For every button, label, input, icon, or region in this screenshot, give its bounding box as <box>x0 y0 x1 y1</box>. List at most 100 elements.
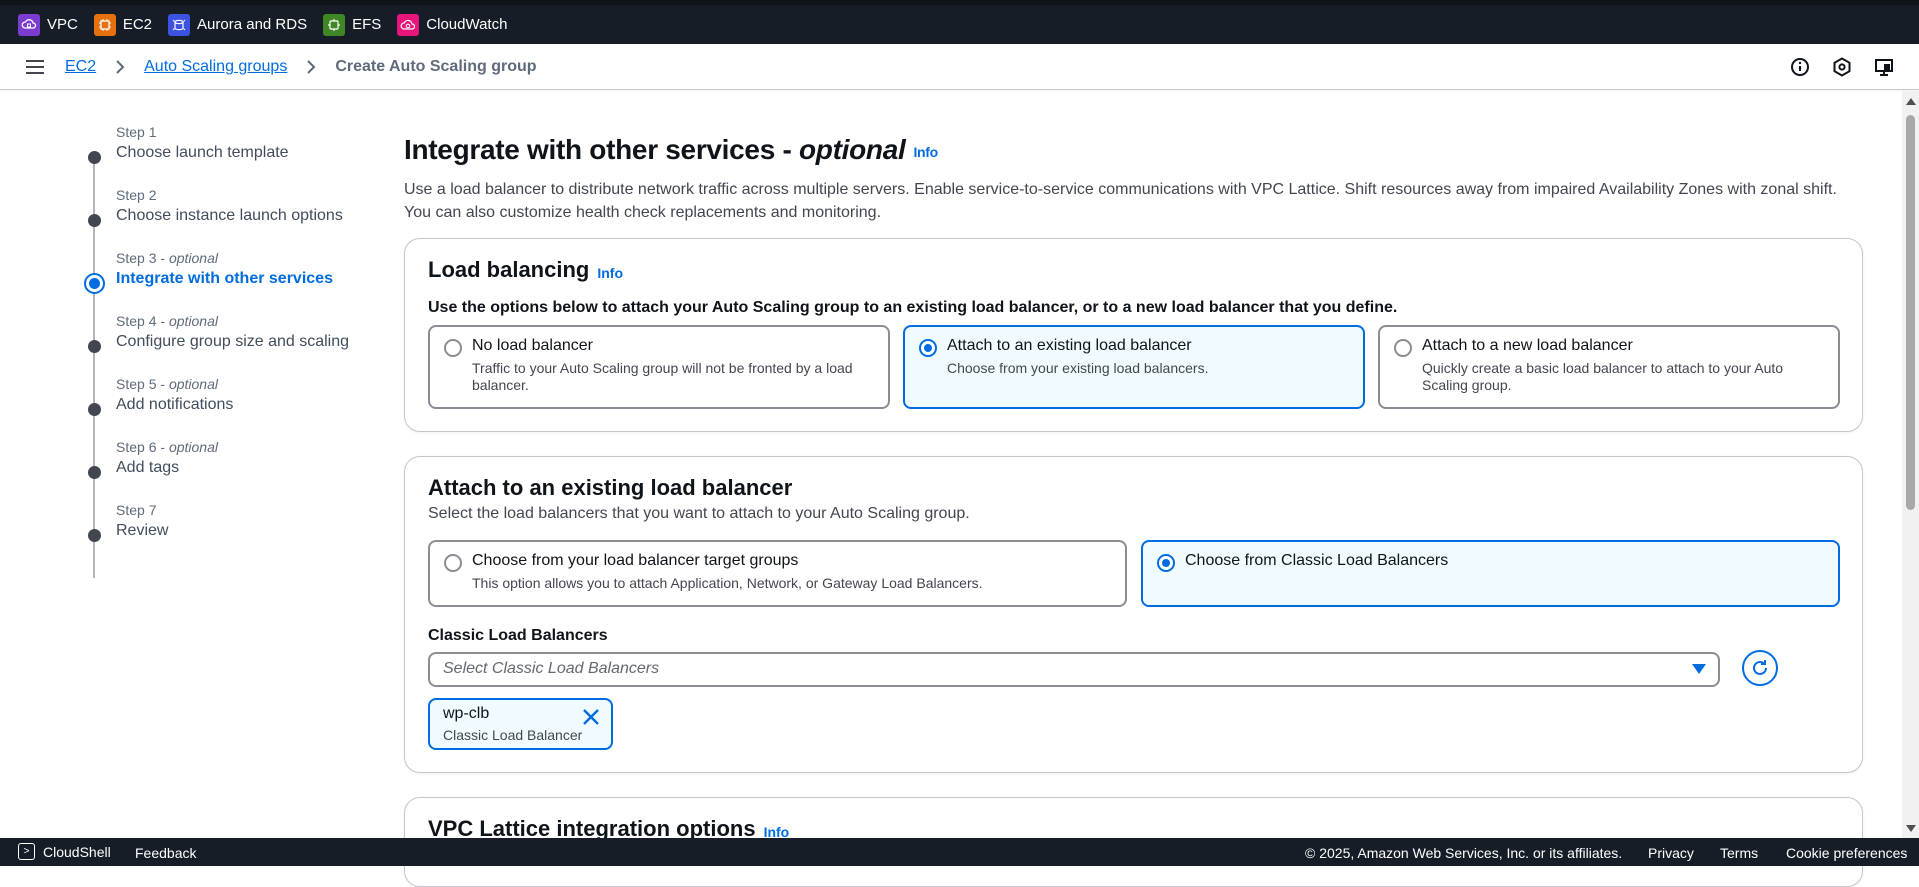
breadcrumb-current: Create Auto Scaling group <box>335 58 537 75</box>
remove-token-close-icon[interactable] <box>581 707 601 727</box>
load-balancing-instruction: Use the options below to attach your Aut… <box>428 299 1398 316</box>
service-shortcut-vpc[interactable]: VPC <box>18 13 78 36</box>
step-status-dot <box>88 529 101 542</box>
token-name: wp-clb <box>443 705 490 722</box>
wizard-step-1[interactable]: Step 1 Choose launch template <box>84 122 384 185</box>
service-shortcut-efs[interactable]: EFS <box>323 13 382 36</box>
classic-lb-field-label: Classic Load Balancers <box>428 627 608 644</box>
step-number: Step 3 - optional <box>116 250 218 266</box>
wizard-step-7: Step 7 Review <box>84 500 384 563</box>
radio-button[interactable] <box>444 339 462 357</box>
option-attach-new-load-balancer[interactable]: Attach to a new load balancer Quickly cr… <box>1378 325 1840 409</box>
wizard-steps-nav: Step 1 Choose launch template Step 2 Cho… <box>84 122 384 578</box>
service-label: VPC <box>47 16 78 33</box>
terms-link[interactable]: Terms <box>1720 845 1758 861</box>
cloudwatch-icon <box>397 13 420 36</box>
page-info-link[interactable]: Info <box>913 144 938 160</box>
step-title: Integrate with other services <box>116 270 333 287</box>
page-description: Use a load balancer to distribute networ… <box>404 181 1837 221</box>
service-label: Aurora and RDS <box>197 16 308 33</box>
console-footer: > CloudShell Feedback © 2025, Amazon Web… <box>0 838 1919 866</box>
option-label: Choose from your load balancer target gr… <box>472 552 799 569</box>
page-scrollbar[interactable] <box>1902 91 1919 838</box>
scroll-down-arrow-icon[interactable] <box>1906 825 1916 832</box>
chevron-right-icon <box>299 57 323 77</box>
step-status-dot <box>88 403 101 416</box>
service-label: EFS <box>352 16 382 33</box>
step-status-dot <box>88 466 101 479</box>
radio-button[interactable] <box>444 554 462 572</box>
menu-toggle-icon[interactable] <box>24 57 46 77</box>
ec2-icon <box>93 13 116 36</box>
wizard-step-3[interactable]: Step 3 - optional Integrate with other s… <box>84 248 384 311</box>
scrollbar-thumb[interactable] <box>1906 115 1915 510</box>
step-status-dot <box>88 214 101 227</box>
option-description: Choose from your existing load balancers… <box>947 360 1209 376</box>
select-placeholder: Select Classic Load Balancers <box>443 660 660 677</box>
option-label: Choose from Classic Load Balancers <box>1185 552 1449 569</box>
wizard-step-4: Step 4 - optional Configure group size a… <box>84 311 384 374</box>
main-content: Integrate with other services - optional… <box>404 134 1864 224</box>
load-balancing-card: Load balancing Info Use the options below… <box>404 238 1863 432</box>
service-shortcut-cloudwatch[interactable]: CloudWatch <box>397 13 507 36</box>
option-label: Attach to a new load balancer <box>1422 337 1633 354</box>
existing-lb-heading: Attach to an existing load balancer <box>428 475 793 500</box>
step-number: Step 7 <box>116 502 157 518</box>
display-preferences-icon[interactable] <box>1873 56 1895 78</box>
cloudshell-button[interactable]: > CloudShell <box>18 843 111 860</box>
privacy-link[interactable]: Privacy <box>1648 845 1694 861</box>
copyright-text: © 2025, Amazon Web Services, Inc. or its… <box>1305 845 1623 861</box>
feedback-link[interactable]: Feedback <box>135 845 196 861</box>
services-bar: VPC EC2 Aurora and RDS EFS CloudWatch <box>0 0 1919 44</box>
wizard-step-6: Step 6 - optional Add tags <box>84 437 384 500</box>
dropdown-caret-icon <box>1692 664 1706 674</box>
breadcrumb: EC2 Auto Scaling groups Create Auto Scal… <box>65 57 537 77</box>
scroll-up-arrow-icon[interactable] <box>1906 98 1916 105</box>
option-attach-existing-load-balancer[interactable]: Attach to an existing load balancer Choo… <box>903 325 1365 409</box>
radio-button[interactable] <box>1394 339 1412 357</box>
settings-hexagon-icon[interactable] <box>1831 56 1853 78</box>
info-panel-icon[interactable] <box>1789 56 1811 78</box>
service-shortcut-ec2[interactable]: EC2 <box>93 13 153 36</box>
service-shortcut-aurora-rds[interactable]: Aurora and RDS <box>168 13 308 36</box>
breadcrumb-link-auto-scaling-groups[interactable]: Auto Scaling groups <box>144 58 287 76</box>
efs-icon <box>323 13 346 36</box>
step-title: Choose instance launch options <box>116 207 343 224</box>
refresh-icon <box>1753 660 1767 675</box>
step-title: Choose launch template <box>116 144 289 161</box>
aurora-rds-icon <box>168 13 191 36</box>
option-classic-load-balancers[interactable]: Choose from Classic Load Balancers <box>1141 540 1840 607</box>
selected-load-balancer-token: wp-clb Classic Load Balancer <box>428 698 613 750</box>
step-current-indicator <box>84 273 105 294</box>
breadcrumb-bar: EC2 Auto Scaling groups Create Auto Scal… <box>0 44 1919 90</box>
step-title: Configure group size and scaling <box>116 333 350 350</box>
existing-lb-subtitle: Select the load balancers that you want … <box>428 505 970 522</box>
chevron-right-icon <box>108 57 132 77</box>
wizard-step-2[interactable]: Step 2 Choose instance launch options <box>84 185 384 248</box>
radio-button-selected[interactable] <box>1157 554 1175 572</box>
step-title: Add notifications <box>116 396 234 413</box>
load-balancing-info-link[interactable]: Info <box>597 265 623 281</box>
step-title: Add tags <box>116 459 180 476</box>
service-label: EC2 <box>122 16 153 33</box>
radio-button-selected[interactable] <box>919 339 937 357</box>
step-number: Step 5 - optional <box>116 376 218 392</box>
cookie-preferences-link[interactable]: Cookie preferences <box>1786 845 1907 861</box>
page-title: Integrate with other services - optional… <box>404 134 938 165</box>
option-target-groups[interactable]: Choose from your load balancer target gr… <box>428 540 1127 607</box>
option-description: Quickly create a basic load balancer to … <box>1422 360 1784 393</box>
cloudshell-icon: > <box>18 843 35 860</box>
option-no-load-balancer[interactable]: No load balancer Traffic to your Auto Sc… <box>428 325 890 409</box>
existing-load-balancer-card: Attach to an existing load balancer Sele… <box>404 456 1863 773</box>
option-description: Traffic to your Auto Scaling group will … <box>472 360 853 393</box>
refresh-button[interactable] <box>1742 650 1778 686</box>
step-status-dot <box>88 151 101 164</box>
wizard-step-5: Step 5 - optional Add notifications <box>84 374 384 437</box>
option-label: No load balancer <box>472 337 593 354</box>
cloudshell-label: CloudShell <box>43 843 111 860</box>
step-number: Step 1 <box>116 124 157 140</box>
breadcrumb-link-ec2[interactable]: EC2 <box>65 58 96 76</box>
classic-lb-select[interactable]: Select Classic Load Balancers <box>428 652 1720 687</box>
step-number: Step 2 <box>116 187 157 203</box>
step-number: Step 6 - optional <box>116 439 218 455</box>
